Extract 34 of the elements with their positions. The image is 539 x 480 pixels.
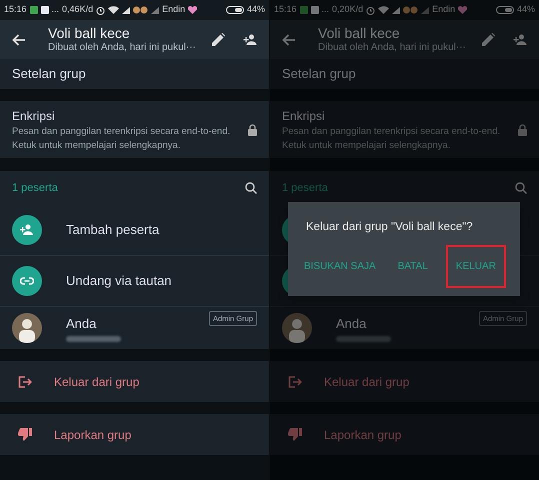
group-title: Voli ball kece — [48, 24, 131, 42]
encryption-description[interactable]: Pesan dan panggilan terenkripsi secara end-to-end. Ketuk untuk mempelajari selengkapnya. — [12, 124, 232, 152]
member-name: Anda — [336, 314, 368, 333]
action-label[interactable]: Undang via tautan — [66, 271, 172, 291]
battery-level: 44% — [516, 3, 535, 16]
menu-item[interactable]: Laporkan grup — [54, 426, 132, 444]
member-name: Anda — [66, 314, 98, 333]
status-time: 15:16 — [4, 3, 27, 16]
dialog-button[interactable]: KELUAR — [448, 247, 504, 286]
menu-item[interactable]: Setelan grup — [12, 64, 86, 84]
network-speed: 0,20K/d — [332, 3, 364, 16]
dialog-button[interactable]: BISUKAN SAJA — [302, 251, 378, 282]
dialog-message: Keluar dari grup "Voli ball kece"? — [306, 220, 474, 235]
more-notifications: ... — [52, 3, 60, 16]
menu-item[interactable]: Keluar dari grup — [324, 372, 410, 390]
section-title: Enkripsi — [12, 108, 56, 124]
encryption-description[interactable]: Pesan dan panggilan terenkripsi secara end-to-end. Ketuk untuk mempelajari selengkapnya. — [282, 124, 502, 152]
section-title: Enkripsi — [282, 108, 326, 124]
participant-count: 1 peserta — [282, 180, 328, 196]
menu-item[interactable]: Laporkan grup — [324, 426, 402, 444]
battery-level: 44% — [246, 3, 265, 16]
group-title: Voli ball kece — [318, 24, 401, 42]
network-speed: 0,46K/d — [62, 3, 94, 16]
dialog-button[interactable]: BATAL — [396, 251, 430, 282]
carrier-name: Endin — [432, 3, 456, 16]
menu-item[interactable]: Keluar dari grup — [54, 372, 140, 390]
group-subtitle: Dibuat oleh Anda, hari ini pukul··· — [48, 42, 196, 54]
carrier-name: Endin — [162, 3, 186, 16]
status-time: 15:16 — [274, 3, 297, 16]
menu-item[interactable]: Setelan grup — [282, 64, 356, 84]
more-notifications: ... — [322, 3, 330, 16]
action-label[interactable]: Tambah peserta — [66, 220, 160, 240]
group-subtitle: Dibuat oleh Anda, hari ini pukul··· — [318, 42, 466, 54]
participant-count: 1 peserta — [12, 180, 58, 196]
